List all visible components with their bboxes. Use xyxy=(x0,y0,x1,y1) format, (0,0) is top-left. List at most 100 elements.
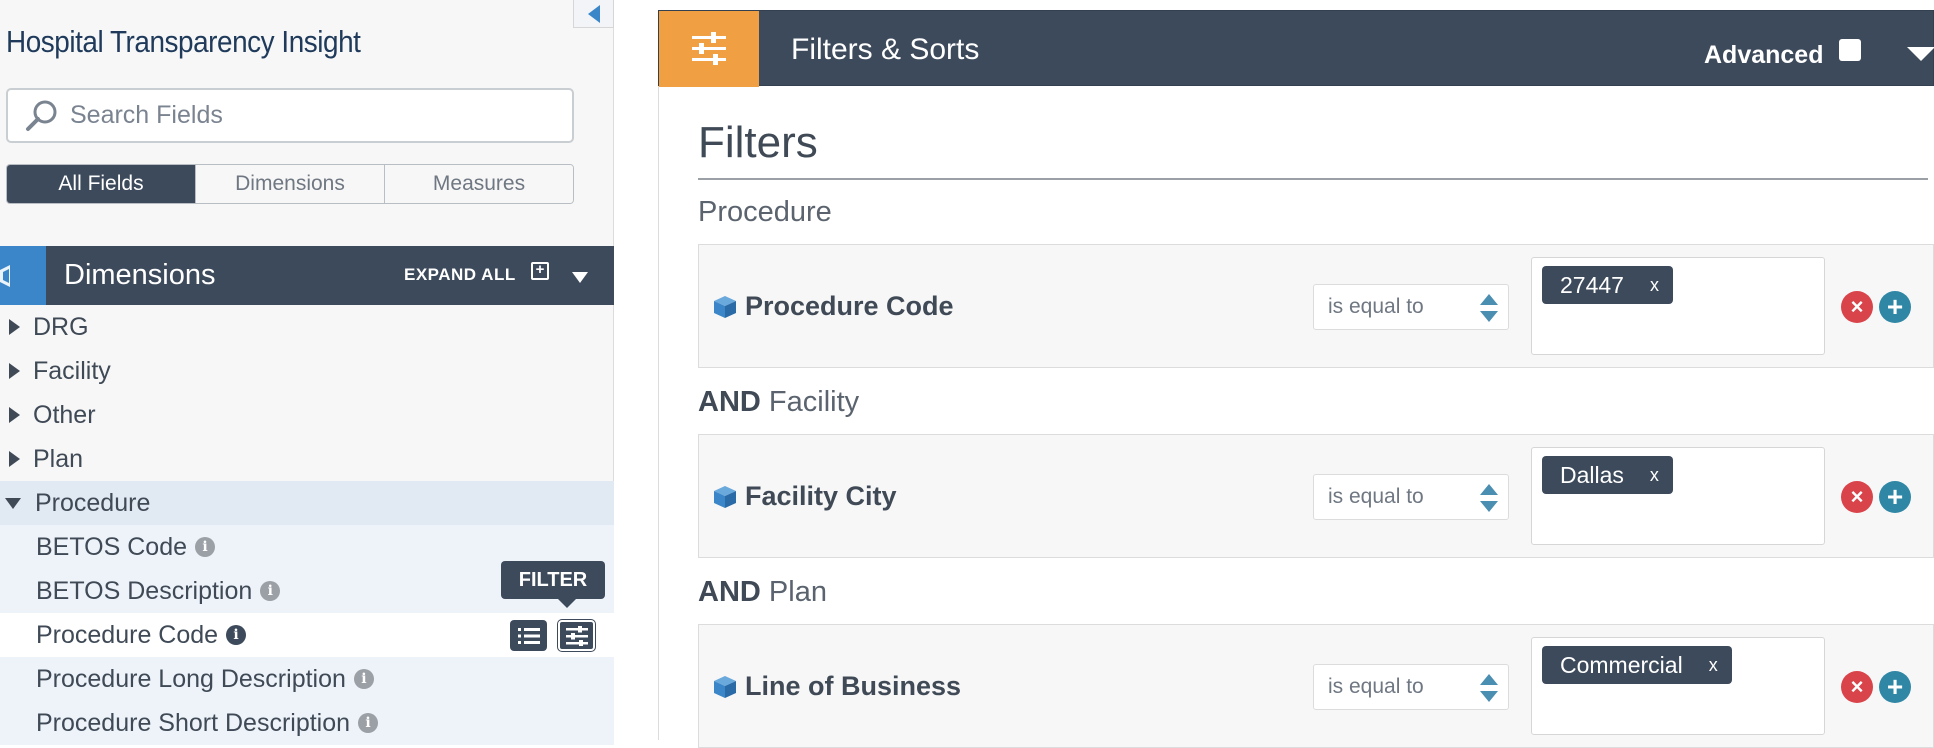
select-arrows-icon xyxy=(1480,484,1498,512)
filter-operator-value: is equal to xyxy=(1328,675,1424,698)
field-label: BETOS Code xyxy=(36,532,188,561)
field-label: Procedure Code xyxy=(36,620,219,649)
advanced-checkbox[interactable] xyxy=(1839,39,1861,61)
tree-group-label: DRG xyxy=(33,312,89,341)
search-input[interactable] xyxy=(70,101,550,130)
add-filter-condition-button[interactable]: + xyxy=(1879,481,1911,513)
tree-group-facility[interactable]: Facility xyxy=(0,349,614,393)
expand-arrow-icon xyxy=(9,363,20,379)
panel-collapse-caret-icon[interactable] xyxy=(1907,47,1934,61)
select-arrows-icon xyxy=(1480,294,1498,322)
filter-value-chip: Dallas x xyxy=(1542,456,1673,494)
cube-icon xyxy=(714,296,736,318)
list-icon xyxy=(517,627,540,644)
expand-all-button[interactable]: EXPAND ALL xyxy=(404,265,516,285)
add-dimension-icon[interactable]: + xyxy=(531,262,549,280)
tree-group-procedure[interactable]: Procedure xyxy=(0,481,614,525)
add-to-list-button[interactable] xyxy=(510,620,547,651)
filter-field-name: Procedure Code xyxy=(745,291,954,321)
field-label: Procedure Short Description xyxy=(36,708,351,737)
filter-value-chip: 27447 x xyxy=(1542,266,1673,304)
info-icon[interactable]: i xyxy=(353,669,374,689)
filter-value-box[interactable]: 27447 x xyxy=(1531,257,1825,355)
filter-group-name: Plan xyxy=(768,576,827,608)
chip-label: 27447 xyxy=(1560,271,1624,298)
filter-value-box[interactable]: Commercial x xyxy=(1531,637,1825,735)
filters-heading: Filters xyxy=(698,118,818,167)
filter-value-box[interactable]: Dallas x xyxy=(1531,447,1825,545)
remove-chip-icon[interactable]: x xyxy=(1650,465,1659,486)
remove-filter-button[interactable]: × xyxy=(1841,671,1873,703)
filter-group-name: Facility xyxy=(768,386,860,418)
tree-group-label: Facility xyxy=(33,356,111,385)
dimensions-menu-caret-icon[interactable] xyxy=(572,272,588,283)
add-filter-condition-button[interactable]: + xyxy=(1879,291,1911,323)
field-label: BETOS Description xyxy=(36,576,253,605)
dimensions-header: Dimensions EXPAND ALL + xyxy=(0,246,614,305)
expand-arrow-icon xyxy=(9,451,20,467)
tree-group-drg[interactable]: DRG xyxy=(0,305,614,349)
tab-measures[interactable]: Measures xyxy=(384,165,573,203)
info-icon[interactable]: i xyxy=(195,537,216,557)
dimensions-title: Dimensions xyxy=(64,259,216,291)
filter-group-label: Procedure xyxy=(698,196,832,229)
add-filter-button[interactable] xyxy=(557,619,596,652)
collapse-left-icon xyxy=(587,4,600,23)
filter-tooltip: FILTER xyxy=(501,561,605,608)
search-icon xyxy=(26,100,57,131)
filter-connector: AND xyxy=(698,576,761,608)
filter-connector: AND xyxy=(698,386,761,418)
expand-arrow-icon xyxy=(9,319,20,335)
info-icon[interactable]: i xyxy=(358,713,379,733)
tree-group-label: Plan xyxy=(33,444,84,473)
field-label: Procedure Long Description xyxy=(36,664,346,693)
tree-group-label: Other xyxy=(33,400,96,429)
tree-group-plan[interactable]: Plan xyxy=(0,437,614,481)
field-procedure-short-description[interactable]: Procedure Short Description i xyxy=(0,701,614,745)
filter-operator-select[interactable]: is equal to xyxy=(1313,474,1509,520)
filter-operator-value: is equal to xyxy=(1328,485,1424,508)
advanced-label: Advanced xyxy=(1704,41,1824,69)
filters-sorts-title: Filters & Sorts xyxy=(791,33,980,66)
select-arrows-icon xyxy=(1480,674,1498,702)
remove-chip-icon[interactable]: x xyxy=(1709,655,1718,676)
filters-sorts-header: Filters & Sorts Advanced xyxy=(658,10,1934,87)
dimensions-cube-box xyxy=(0,246,46,305)
remove-filter-button[interactable]: × xyxy=(1841,481,1873,513)
cube-icon xyxy=(714,676,736,698)
filter-group-name: Procedure xyxy=(698,196,832,228)
filter-operator-value: is equal to xyxy=(1328,295,1424,318)
collapse-arrow-icon xyxy=(5,497,21,509)
tab-dimensions[interactable]: Dimensions xyxy=(195,165,384,203)
info-icon[interactable]: i xyxy=(226,625,247,645)
filter-card: Procedure Code is equal to 27447 x × + xyxy=(698,244,1934,368)
filters-divider xyxy=(698,178,1928,180)
filter-card: Facility City is equal to Dallas x × + xyxy=(698,434,1934,558)
field-procedure-long-description[interactable]: Procedure Long Description i xyxy=(0,657,614,701)
filter-field-name: Facility City xyxy=(745,481,897,511)
chip-label: Dallas xyxy=(1560,461,1624,488)
sliders-icon xyxy=(565,625,588,646)
filter-operator-select[interactable]: is equal to xyxy=(1313,664,1509,710)
filter-value-chip: Commercial x xyxy=(1542,646,1732,684)
sliders-icon xyxy=(692,32,726,65)
remove-chip-icon[interactable]: x xyxy=(1650,275,1659,296)
tab-all-fields[interactable]: All Fields xyxy=(7,165,195,203)
collapse-sidebar-button[interactable] xyxy=(573,0,614,28)
filters-sorts-icon-box xyxy=(659,11,759,87)
cube-icon xyxy=(714,486,736,508)
chip-label: Commercial xyxy=(1560,651,1683,678)
filter-card: Line of Business is equal to Commercial x… xyxy=(698,624,1934,748)
tree-group-label: Procedure xyxy=(35,488,151,517)
filter-field-name: Line of Business xyxy=(745,671,962,701)
add-filter-condition-button[interactable]: + xyxy=(1879,671,1911,703)
field-type-tabs: All Fields Dimensions Measures xyxy=(6,164,574,204)
app-title: Hospital Transparency Insight xyxy=(6,24,361,59)
expand-arrow-icon xyxy=(9,407,20,423)
filter-operator-select[interactable]: is equal to xyxy=(1313,284,1509,330)
filter-group-label: AND Facility xyxy=(698,386,859,419)
tree-group-other[interactable]: Other xyxy=(0,393,614,437)
info-icon[interactable]: i xyxy=(260,581,281,601)
remove-filter-button[interactable]: × xyxy=(1841,291,1873,323)
search-box[interactable] xyxy=(6,88,574,143)
